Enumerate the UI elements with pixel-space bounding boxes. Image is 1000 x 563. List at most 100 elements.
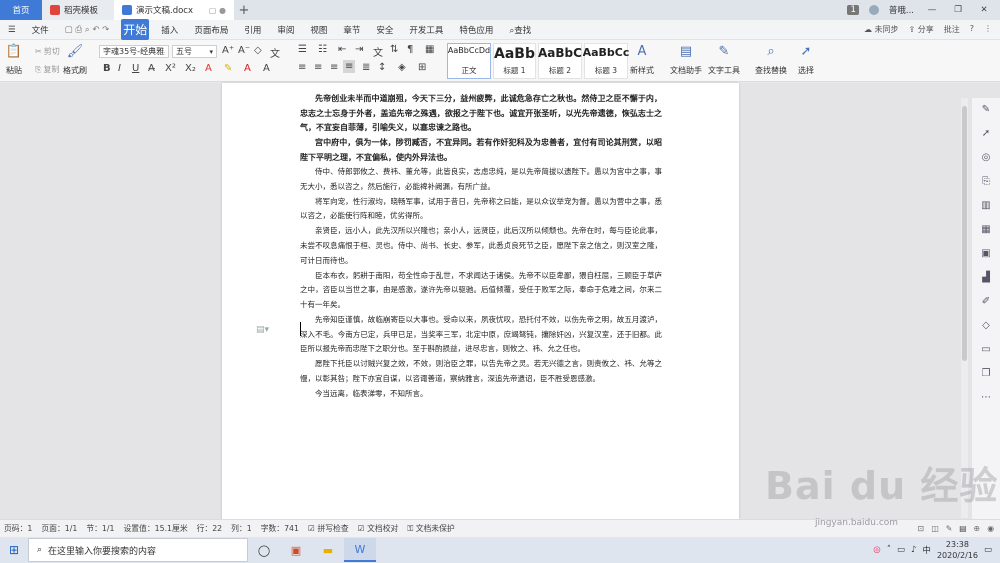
menu-insert[interactable]: 插入 <box>153 24 186 36</box>
bold-icon[interactable]: B <box>103 63 111 74</box>
underline-icon[interactable]: U <box>132 63 139 74</box>
distribute-icon[interactable]: ≣ <box>362 62 370 73</box>
chinese-layout-icon[interactable]: 文 <box>373 44 383 59</box>
web-view-icon[interactable]: ⊕ <box>974 524 981 533</box>
file-explorer-icon[interactable]: ▬ <box>312 538 344 562</box>
volume-icon[interactable]: ♪ <box>911 545 916 555</box>
menu-search[interactable]: ⌕查找 <box>501 24 539 36</box>
grid-icon[interactable]: ▦ <box>981 224 990 237</box>
paragraph[interactable]: 先帝知臣谨慎，故临崩寄臣以大事也。受命以来，夙夜忧叹，恐托付不效，以伤先帝之明，… <box>300 313 662 357</box>
align-center-icon[interactable]: ≡ <box>314 62 322 73</box>
chart-icon[interactable]: ▟ <box>982 272 990 285</box>
indent-decrease-icon[interactable]: ⇤ <box>338 44 346 55</box>
read-view-icon[interactable]: ◫ <box>931 524 938 533</box>
find-replace-button[interactable]: ⌕ 查找替换 <box>755 43 787 76</box>
shading-icon[interactable]: ◈ <box>398 62 406 73</box>
clock[interactable]: 23:38 2020/2/16 <box>937 539 978 561</box>
cut-button[interactable]: ✂ 剪切 <box>35 46 60 57</box>
indent-increase-icon[interactable]: ⇥ <box>355 44 363 55</box>
style-normal[interactable]: AaBbCcDd 正文 <box>447 43 491 79</box>
style-heading-2[interactable]: AaBbC 标题 2 <box>537 43 582 79</box>
ime-indicator[interactable]: 中 <box>922 544 931 556</box>
menu-references[interactable]: 引用 <box>236 24 269 36</box>
new-tab-button[interactable]: + <box>234 0 254 20</box>
new-style-button[interactable]: A 新样式 <box>630 43 654 76</box>
menu-chapter[interactable]: 章节 <box>335 24 368 36</box>
border-icon[interactable]: ⊞ <box>418 62 426 73</box>
help-icon[interactable]: ? <box>970 24 974 35</box>
paragraph[interactable]: 先帝创业未半而中道崩殂，今天下三分，益州疲弊，此诚危急存亡之秋也。然侍卫之臣不懈… <box>300 91 662 135</box>
paste-options-icon[interactable]: ▤▾ <box>256 325 269 335</box>
spell-check-button[interactable]: ☑ 拼写检查 <box>308 523 349 534</box>
paragraph[interactable]: 今当远离，临表涕零，不知所言。 <box>300 387 662 402</box>
line-spacing-icon[interactable]: ↕ <box>378 62 386 73</box>
dots-icon[interactable]: ⋯ <box>981 392 991 405</box>
paragraph[interactable]: 愿陛下托臣以讨贼兴复之效，不效，则治臣之罪，以告先帝之灵。若无兴德之言，则责攸之… <box>300 357 662 386</box>
comment-button[interactable]: 批注 <box>944 24 960 35</box>
menu-developer[interactable]: 开发工具 <box>401 24 451 36</box>
share-button[interactable]: ⇪ 分享 <box>909 24 934 35</box>
paragraph[interactable]: 臣本布衣，躬耕于南阳，苟全性命于乱世，不求闻达于诸侯。先帝不以臣卑鄙，猥自枉屈，… <box>300 269 662 313</box>
document-page[interactable]: 先帝创业未半而中道崩殂，今天下三分，益州疲弊，此诚危急存亡之秋也。然侍卫之臣不懈… <box>222 83 739 519</box>
write-view-icon[interactable]: ✎ <box>946 524 953 533</box>
menu-icon[interactable]: ☰ <box>0 25 24 35</box>
grow-font-icon[interactable]: A⁺ <box>222 45 234 56</box>
windows-start-icon[interactable]: ⊞ <box>0 543 28 557</box>
document-body[interactable]: 先帝创业未半而中道崩殂，今天下三分，益州疲弊，此诚危急存亡之秋也。然侍卫之臣不懈… <box>300 91 662 402</box>
italic-icon[interactable]: I <box>118 63 121 74</box>
page-view-icon[interactable]: ▤ <box>959 524 966 533</box>
numbered-list-icon[interactable]: ☷ <box>318 44 327 55</box>
menu-view[interactable]: 视图 <box>302 24 335 36</box>
task-view-icon[interactable]: ◯ <box>248 538 280 562</box>
show-marks-icon[interactable]: ¶ <box>407 44 413 55</box>
copy-icon[interactable]: ⎘ <box>982 176 990 189</box>
align-right-icon[interactable]: ≡ <box>330 62 338 73</box>
shape-icon[interactable]: ◇ <box>982 320 990 333</box>
sync-status[interactable]: ☁ 未同步 <box>864 24 899 35</box>
more-icon[interactable]: ⋮ <box>984 24 992 35</box>
tray-app-icon[interactable]: ◎ <box>873 545 880 555</box>
text-effect-icon[interactable]: A <box>205 63 212 74</box>
paragraph[interactable]: 宫中府中，俱为一体，陟罚臧否，不宜异同。若有作奸犯科及为忠善者，宜付有司论其刑赏… <box>300 135 662 164</box>
close-window-icon[interactable]: ✕ <box>976 5 992 15</box>
edit-icon[interactable]: ✐ <box>982 296 990 309</box>
scroll-thumb[interactable] <box>962 106 967 361</box>
menu-file[interactable]: 文件 <box>24 24 57 36</box>
justify-icon[interactable]: ≡ <box>343 60 356 73</box>
menu-security[interactable]: 安全 <box>368 24 401 36</box>
paragraph[interactable]: 侍中、侍郎郭攸之、费祎、董允等，此皆良实，志虑忠纯，是以先帝简拔以遗陛下。愚以为… <box>300 165 662 194</box>
eye-icon[interactable]: ◉ <box>987 524 994 533</box>
font-size-select[interactable]: 五号 ▾ <box>172 45 217 58</box>
pointer-icon[interactable]: ➚ <box>982 128 990 141</box>
paste-button[interactable]: 📋 粘贴 <box>6 43 22 76</box>
taskbar-search[interactable]: ⌕ 在这里输入你要搜索的内容 <box>28 538 248 562</box>
style-heading-3[interactable]: AaBbCc 标题 3 <box>583 43 629 79</box>
outline-view-icon[interactable]: ⊡ <box>918 524 925 533</box>
layout-icon[interactable]: ▥ <box>981 200 990 213</box>
frame-icon[interactable]: ▭ <box>981 344 990 357</box>
bullet-list-icon[interactable]: ☰ <box>298 44 307 55</box>
format-painter-button[interactable]: 🖌 格式刷 <box>63 43 87 76</box>
maximize-icon[interactable]: ❐ <box>950 5 966 15</box>
superscript-icon[interactable]: X² <box>165 63 176 74</box>
char-border-icon[interactable]: A <box>263 63 270 74</box>
subscript-icon[interactable]: X₂ <box>185 63 196 74</box>
pen-icon[interactable]: ✎ <box>982 104 990 117</box>
paragraph[interactable]: 将军向宠，性行淑均，晓畅军事，试用于昔日，先帝称之曰能，是以众议举宠为督。愚以为… <box>300 195 662 224</box>
menu-features[interactable]: 特色应用 <box>451 24 501 36</box>
protect-button[interactable]: ⚿ 文档未保护 <box>407 523 454 534</box>
window-icon[interactable]: ❐ <box>982 368 991 381</box>
status-words[interactable]: 字数：741 <box>261 523 299 534</box>
tab-home[interactable]: 首页 <box>0 0 42 20</box>
doc-assistant-button[interactable]: ▤ 文档助手 <box>670 43 702 76</box>
quick-access-icons[interactable]: ▢ ⎙ ⌕ ↶ ↷ <box>57 25 118 35</box>
font-color-icon[interactable]: A <box>244 63 251 74</box>
phonetic-icon[interactable]: 文 <box>270 45 280 60</box>
clear-format-icon[interactable]: ◇ <box>254 45 262 56</box>
highlight-icon[interactable]: ✎ <box>224 63 232 74</box>
menu-review[interactable]: 审阅 <box>269 24 302 36</box>
chevron-up-icon[interactable]: ˄ <box>887 545 891 555</box>
tab-template[interactable]: 稻壳模板 <box>42 0 114 20</box>
style-heading-1[interactable]: AaBb 标题 1 <box>493 43 536 79</box>
user-name[interactable]: 普哦... <box>889 4 914 16</box>
